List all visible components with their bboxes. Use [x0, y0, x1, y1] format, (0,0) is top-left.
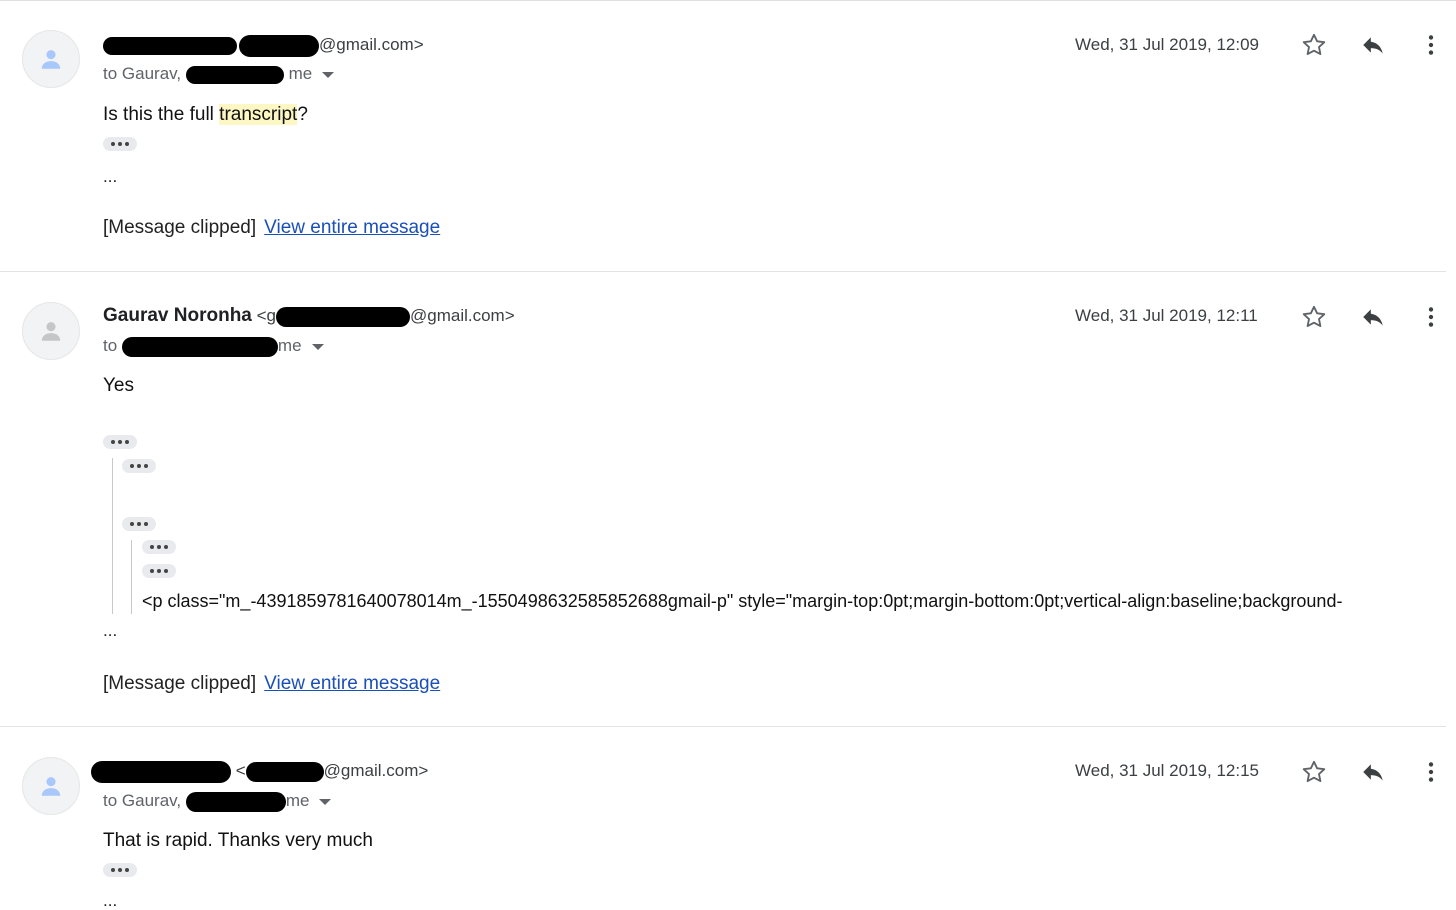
sender-email-suffix: @gmail.com> — [323, 761, 429, 780]
star-icon — [1302, 760, 1326, 783]
show-trimmed-content-button[interactable] — [103, 435, 137, 449]
top-border — [0, 0, 1456, 1]
to-prefix: to Gaurav, — [103, 64, 182, 83]
body-text: Is this the full — [103, 104, 220, 125]
reply-button[interactable] — [1358, 30, 1388, 60]
sender-avatar[interactable] — [22, 30, 80, 88]
message-date[interactable]: Wed, 31 Jul 2019, 12:11 — [1075, 305, 1258, 327]
sender-email-suffix: @gmail.com> — [319, 35, 424, 54]
show-trimmed-content-button[interactable] — [142, 540, 176, 554]
more-vert-icon — [1428, 307, 1434, 327]
message-clipped-notice: [Message clipped] View entire message — [103, 672, 440, 696]
more-vert-icon — [1428, 35, 1434, 55]
ellipsis: ... — [103, 621, 118, 640]
sender-line: < @gmail.com> — [91, 760, 428, 783]
body-text-end: ? — [297, 104, 308, 125]
quoted-html-line: <p class="m_-4391859781640078014m_-15504… — [142, 591, 1343, 611]
reply-button[interactable] — [1358, 757, 1388, 787]
redacted-name — [103, 36, 237, 55]
more-options-button[interactable] — [1416, 302, 1446, 332]
sender-avatar[interactable] — [22, 757, 80, 815]
caret-down-icon[interactable] — [311, 343, 324, 350]
redacted-email — [276, 306, 410, 327]
quote-bar-inner — [131, 540, 132, 614]
ellipsis: ... — [103, 167, 118, 186]
expand-dots-icon — [150, 545, 154, 549]
expand-dots-icon — [130, 522, 134, 526]
star-button[interactable] — [1299, 302, 1329, 332]
redacted-recipient — [121, 336, 278, 357]
redacted-recipient — [185, 791, 286, 812]
message-body: Yes — [103, 375, 134, 396]
message-divider — [0, 271, 1446, 272]
show-trimmed-content-button[interactable] — [103, 863, 137, 877]
search-highlight: transcript — [219, 104, 298, 125]
redacted-recipient — [185, 65, 284, 84]
sender-line: @gmail.com> — [103, 34, 424, 57]
message-clipped-notice: [Message clipped] View entire message — [103, 216, 440, 240]
expand-dots-icon — [111, 868, 115, 872]
person-icon — [41, 50, 61, 69]
show-trimmed-content-button[interactable] — [103, 137, 137, 151]
sender-name: Gaurav Noronha — [103, 305, 252, 326]
more-vert-icon — [1428, 762, 1434, 782]
redacted-email — [239, 34, 319, 57]
message-body: That is rapid. Thanks very much — [103, 830, 373, 851]
redacted-name — [91, 760, 231, 783]
quote-bar-outer — [112, 458, 113, 614]
to-me: me — [288, 64, 313, 83]
show-trimmed-content-button[interactable] — [122, 459, 156, 473]
recipients-line[interactable]: to Gaurav, me — [103, 790, 332, 812]
to-me: me — [277, 336, 302, 355]
expand-dots-icon — [150, 569, 154, 573]
recipients-line[interactable]: to Gaurav, me — [103, 63, 335, 85]
message-date[interactable]: Wed, 31 Jul 2019, 12:09 — [1075, 34, 1259, 56]
reply-icon — [1363, 309, 1383, 326]
show-trimmed-content-button[interactable] — [142, 564, 176, 578]
sender-line: Gaurav Noronha <g @gmail.com> — [103, 305, 515, 327]
sender-email-suffix: @gmail.com> — [410, 306, 515, 325]
ellipsis: ... — [103, 891, 118, 910]
star-button[interactable] — [1299, 757, 1329, 787]
show-trimmed-content-button[interactable] — [122, 517, 156, 531]
expand-dots-icon — [130, 464, 134, 468]
message-body: Is this the full transcript? — [103, 103, 308, 127]
more-options-button[interactable] — [1416, 757, 1446, 787]
star-icon — [1302, 33, 1326, 56]
message-date[interactable]: Wed, 31 Jul 2019, 12:15 — [1075, 760, 1259, 782]
sender-email-prefix: < — [235, 761, 246, 780]
more-options-button[interactable] — [1416, 30, 1446, 60]
reply-button[interactable] — [1358, 302, 1388, 332]
redacted-email — [245, 761, 324, 782]
reply-icon — [1363, 37, 1383, 54]
to-prefix: to — [103, 336, 118, 355]
clipped-label: [Message clipped] — [103, 217, 257, 238]
sender-avatar[interactable] — [22, 302, 80, 360]
expand-dots-icon — [111, 440, 115, 444]
view-entire-message-link[interactable]: View entire message — [264, 673, 440, 694]
to-me: me — [285, 791, 310, 810]
star-button[interactable] — [1299, 30, 1329, 60]
message-divider — [0, 726, 1446, 727]
star-icon — [1302, 305, 1326, 328]
person-icon — [41, 322, 61, 341]
expand-dots-icon — [111, 142, 115, 146]
to-prefix: to Gaurav, — [103, 791, 182, 810]
sender-email-prefix: <g — [256, 306, 276, 325]
caret-down-icon[interactable] — [319, 798, 332, 805]
clipped-label: [Message clipped] — [103, 673, 257, 694]
view-entire-message-link[interactable]: View entire message — [264, 217, 440, 238]
reply-icon — [1363, 764, 1383, 781]
caret-down-icon[interactable] — [322, 71, 335, 78]
person-icon — [41, 777, 61, 796]
recipients-line[interactable]: to me — [103, 335, 324, 357]
